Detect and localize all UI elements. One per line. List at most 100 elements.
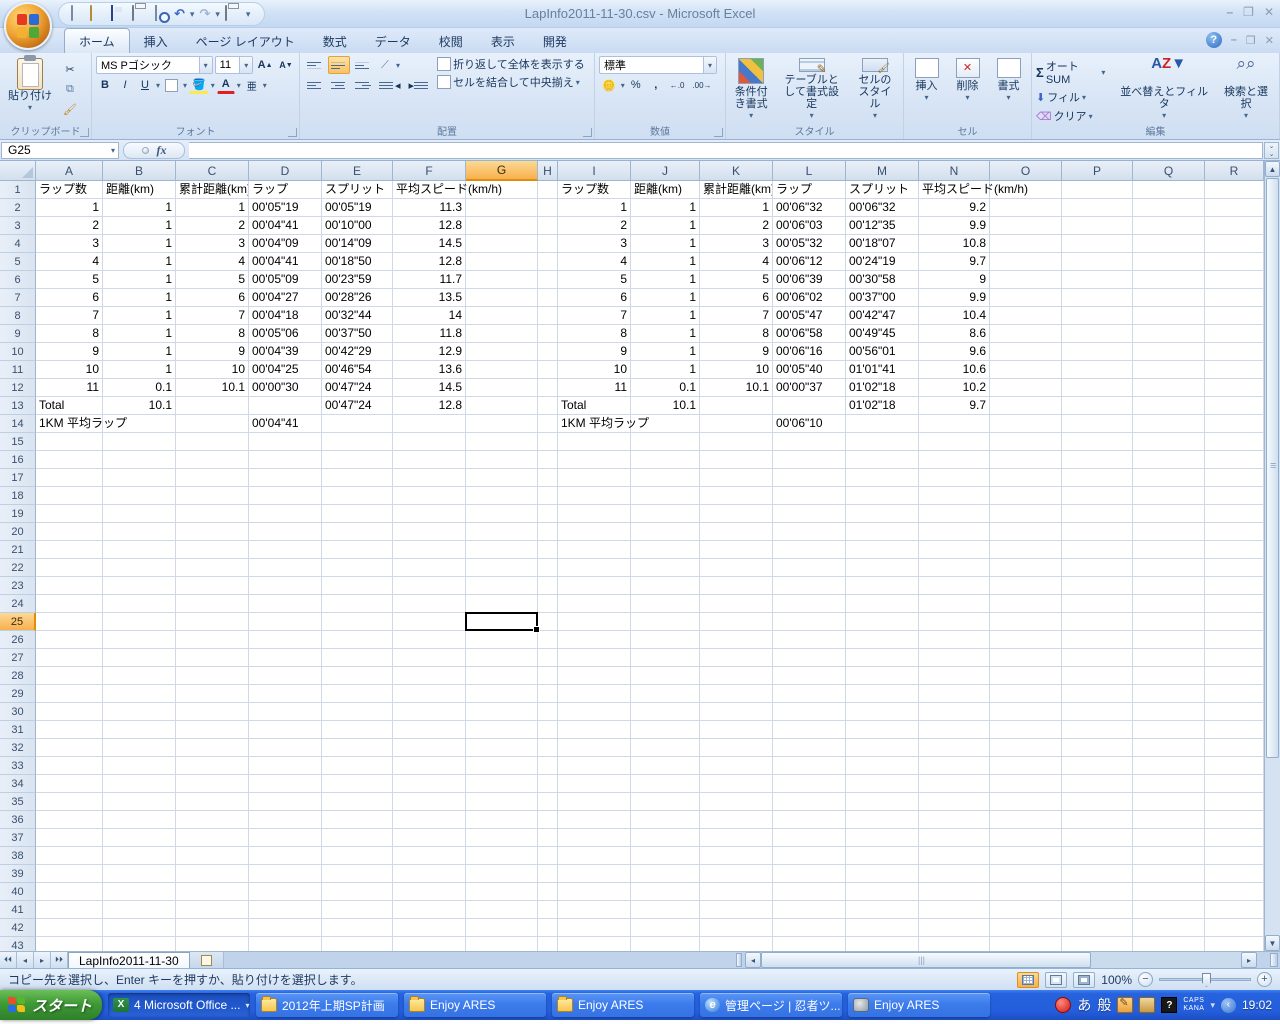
cell-O2[interactable] bbox=[990, 199, 1062, 217]
cell-H37[interactable] bbox=[538, 829, 558, 847]
cell-R7[interactable] bbox=[1205, 289, 1264, 307]
cell-I20[interactable] bbox=[558, 523, 631, 541]
tray-app-icon[interactable] bbox=[1055, 997, 1071, 1013]
cell-J31[interactable] bbox=[631, 721, 700, 739]
cell-L1[interactable]: ラップ bbox=[773, 181, 846, 199]
cell-J27[interactable] bbox=[631, 649, 700, 667]
cell-J34[interactable] bbox=[631, 775, 700, 793]
scroll-up-icon[interactable]: ▲ bbox=[1265, 161, 1280, 177]
last-sheet-icon[interactable]: ⏵⏵ bbox=[51, 952, 68, 968]
cell-M26[interactable] bbox=[846, 631, 919, 649]
cell-A18[interactable] bbox=[36, 487, 103, 505]
cell-D19[interactable] bbox=[249, 505, 322, 523]
cell-A12[interactable]: 11 bbox=[36, 379, 103, 397]
cell-L42[interactable] bbox=[773, 919, 846, 937]
cell-J43[interactable] bbox=[631, 937, 700, 951]
cell-C42[interactable] bbox=[176, 919, 249, 937]
cell-O13[interactable] bbox=[990, 397, 1062, 415]
cell-J42[interactable] bbox=[631, 919, 700, 937]
cell-E31[interactable] bbox=[322, 721, 393, 739]
row-header-1[interactable]: 1 bbox=[0, 181, 36, 199]
cell-A30[interactable] bbox=[36, 703, 103, 721]
cell-D40[interactable] bbox=[249, 883, 322, 901]
cell-G6[interactable] bbox=[466, 271, 538, 289]
cell-E6[interactable]: 00'23"59 bbox=[322, 271, 393, 289]
cell-C18[interactable] bbox=[176, 487, 249, 505]
app-minimize-button[interactable]: – bbox=[1226, 5, 1233, 19]
cell-R17[interactable] bbox=[1205, 469, 1264, 487]
row-header-31[interactable]: 31 bbox=[0, 721, 36, 739]
cell-J26[interactable] bbox=[631, 631, 700, 649]
cell-J33[interactable] bbox=[631, 757, 700, 775]
cell-N34[interactable] bbox=[919, 775, 990, 793]
cell-O5[interactable] bbox=[990, 253, 1062, 271]
column-header-I[interactable]: I bbox=[558, 161, 631, 181]
cell-F27[interactable] bbox=[393, 649, 466, 667]
cell-B21[interactable] bbox=[103, 541, 176, 559]
cell-E11[interactable]: 00'46"54 bbox=[322, 361, 393, 379]
cell-N27[interactable] bbox=[919, 649, 990, 667]
cell-F37[interactable] bbox=[393, 829, 466, 847]
cell-H8[interactable] bbox=[538, 307, 558, 325]
cell-B2[interactable]: 1 bbox=[103, 199, 176, 217]
cell-I25[interactable] bbox=[558, 613, 631, 631]
cell-K2[interactable]: 1 bbox=[700, 199, 773, 217]
row-header-12[interactable]: 12 bbox=[0, 379, 36, 397]
cell-C28[interactable] bbox=[176, 667, 249, 685]
cell-I15[interactable] bbox=[558, 433, 631, 451]
cell-H32[interactable] bbox=[538, 739, 558, 757]
column-header-O[interactable]: O bbox=[990, 161, 1062, 181]
cell-A14[interactable]: 1KM 平均ラップ bbox=[36, 415, 103, 433]
cell-P4[interactable] bbox=[1062, 235, 1133, 253]
cell-B6[interactable]: 1 bbox=[103, 271, 176, 289]
clipboard-dialog-launcher[interactable] bbox=[80, 128, 89, 137]
cell-F35[interactable] bbox=[393, 793, 466, 811]
cell-Q23[interactable] bbox=[1133, 577, 1205, 595]
comma-style-icon[interactable]: , bbox=[647, 76, 665, 94]
cell-K32[interactable] bbox=[700, 739, 773, 757]
cell-Q34[interactable] bbox=[1133, 775, 1205, 793]
cell-J2[interactable]: 1 bbox=[631, 199, 700, 217]
cell-O39[interactable] bbox=[990, 865, 1062, 883]
cell-M9[interactable]: 00'49"45 bbox=[846, 325, 919, 343]
cell-O35[interactable] bbox=[990, 793, 1062, 811]
cell-L3[interactable]: 00'06"03 bbox=[773, 217, 846, 235]
format-cells-button[interactable]: 書式▾ bbox=[993, 56, 1025, 124]
cell-O15[interactable] bbox=[990, 433, 1062, 451]
cell-J24[interactable] bbox=[631, 595, 700, 613]
cell-I12[interactable]: 11 bbox=[558, 379, 631, 397]
row-header-38[interactable]: 38 bbox=[0, 847, 36, 865]
insert-function-button[interactable]: fx bbox=[123, 142, 185, 159]
cell-K20[interactable] bbox=[700, 523, 773, 541]
cell-M8[interactable]: 00'42"47 bbox=[846, 307, 919, 325]
cell-B43[interactable] bbox=[103, 937, 176, 951]
cell-L22[interactable] bbox=[773, 559, 846, 577]
cell-R42[interactable] bbox=[1205, 919, 1264, 937]
zoom-slider-handle[interactable] bbox=[1202, 973, 1211, 987]
cell-M14[interactable] bbox=[846, 415, 919, 433]
cell-B20[interactable] bbox=[103, 523, 176, 541]
conditional-formatting-button[interactable]: 条件付き書式▾ bbox=[730, 56, 772, 124]
cell-C43[interactable] bbox=[176, 937, 249, 951]
cell-Q19[interactable] bbox=[1133, 505, 1205, 523]
column-header-C[interactable]: C bbox=[176, 161, 249, 181]
cell-I31[interactable] bbox=[558, 721, 631, 739]
cell-J37[interactable] bbox=[631, 829, 700, 847]
cell-Q5[interactable] bbox=[1133, 253, 1205, 271]
cell-O37[interactable] bbox=[990, 829, 1062, 847]
cell-A39[interactable] bbox=[36, 865, 103, 883]
column-header-Q[interactable]: Q bbox=[1133, 161, 1205, 181]
cell-A2[interactable]: 1 bbox=[36, 199, 103, 217]
cell-I37[interactable] bbox=[558, 829, 631, 847]
workbook-minimize-button[interactable]: – bbox=[1231, 34, 1237, 46]
cell-E12[interactable]: 00'47"24 bbox=[322, 379, 393, 397]
cell-C6[interactable]: 5 bbox=[176, 271, 249, 289]
cell-N43[interactable] bbox=[919, 937, 990, 951]
cell-B18[interactable] bbox=[103, 487, 176, 505]
cell-A9[interactable]: 8 bbox=[36, 325, 103, 343]
row-header-32[interactable]: 32 bbox=[0, 739, 36, 757]
cell-D29[interactable] bbox=[249, 685, 322, 703]
cell-Q8[interactable] bbox=[1133, 307, 1205, 325]
row-header-25[interactable]: 25 bbox=[0, 613, 36, 631]
cell-H25[interactable] bbox=[538, 613, 558, 631]
